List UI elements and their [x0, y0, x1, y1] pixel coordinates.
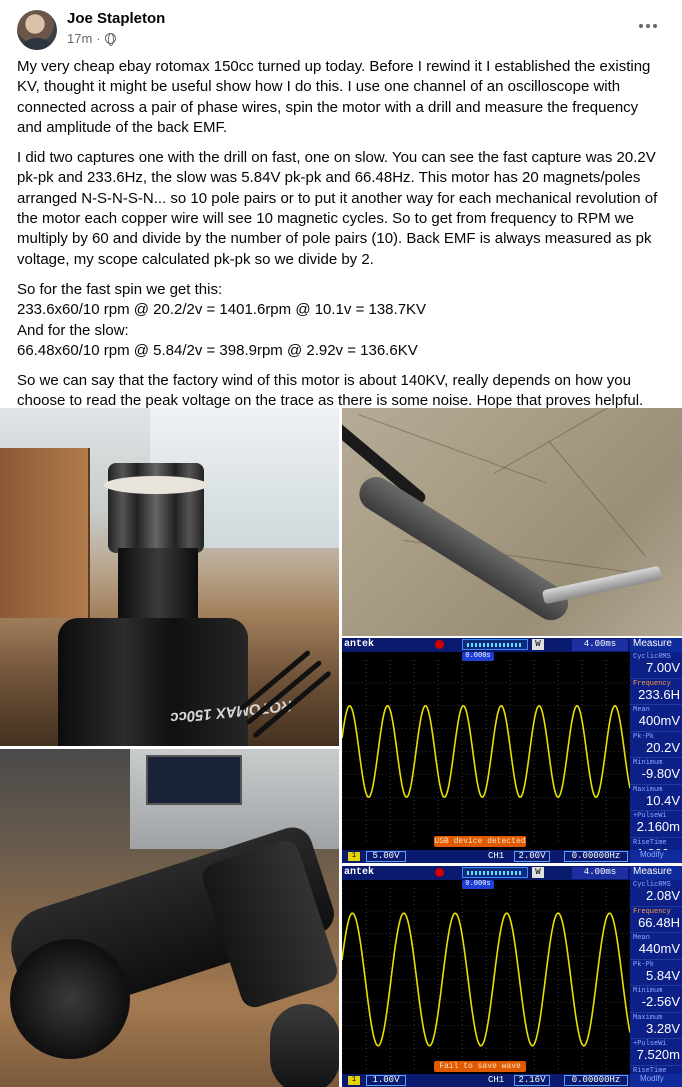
measure-item: Frequency 66.48H: [630, 906, 682, 933]
oscilloscope-screen: [146, 755, 242, 805]
timebase: 4.00ms: [572, 639, 628, 651]
scope-brand: antek: [344, 639, 375, 650]
post-paragraph: So we can say that the factory wind of t…: [17, 372, 644, 410]
post-paragraph: So for the fast spin we get this: 233.6x…: [17, 280, 427, 359]
measure-list: CyclicRMS 2.08V Frequency 66.48H Mean 440mV Pk…: [630, 880, 682, 1087]
measure-value: 7.00V: [646, 660, 680, 675]
measure-item: +PulseWi 2.160m: [630, 811, 682, 838]
measure-value: 7.520m: [636, 1047, 680, 1062]
dot-icon: [646, 24, 650, 28]
background-cabinet: [0, 448, 90, 618]
motor-cap: [104, 476, 208, 494]
scope-message: USB device detected: [434, 836, 526, 847]
photo-scope-slow[interactable]: antek W 4.00ms 0.000s Fail to save wave …: [342, 866, 682, 1087]
scope-waveform: [342, 888, 630, 1071]
measure-item: Minimum -9.80V: [630, 758, 682, 785]
measure-value: 2.160m: [636, 819, 680, 834]
scratch: [548, 440, 646, 557]
measure-value: 10.4V: [646, 792, 680, 808]
post-meta: 17m ·: [67, 31, 116, 46]
post-text: My very cheap ebay rotomax 150cc turned …: [17, 57, 665, 422]
measure-panel: Measure CyclicRMS 7.00V Frequency 233.6H Mea…: [630, 638, 682, 863]
post-paragraph: I did two captures one with the drill on…: [17, 149, 658, 268]
scope-waveform: [342, 660, 630, 843]
measure-item: Mean 400mV: [630, 705, 682, 732]
scratch: [493, 408, 651, 474]
photo-scope-fast[interactable]: antek W 4.00ms 0.000s USB device detecte…: [342, 638, 682, 863]
measure-value: 20.2V: [646, 739, 680, 755]
author-name[interactable]: Joe Stapleton: [67, 10, 165, 27]
measure-item: Maximum 3.28V: [630, 1012, 682, 1039]
trigger-volts: 2.16V: [514, 1075, 550, 1086]
measure-item: Minimum -2.56V: [630, 986, 682, 1013]
drill-chuck: [10, 939, 130, 1059]
trigger-volts: 2.00V: [514, 851, 550, 862]
measure-footer: Modify: [630, 1074, 682, 1087]
photo-motor[interactable]: ROTOMAX 150cc: [0, 408, 339, 746]
measure-panel: Measure CyclicRMS 2.08V Frequency 66.48H Mea…: [630, 866, 682, 1087]
channel-marker: 1: [348, 1076, 360, 1085]
crocodile-clip: [541, 565, 663, 605]
measure-list: CyclicRMS 7.00V Frequency 233.6H Mean 400mV Pk…: [630, 652, 682, 863]
measure-item: CyclicRMS 7.00V: [630, 652, 682, 679]
measure-item: Frequency 233.6H: [630, 678, 682, 705]
measure-value: -9.80V: [641, 766, 680, 781]
measure-value: 66.48H: [638, 914, 680, 930]
w-icon: W: [532, 867, 544, 878]
frequency-counter: 0.00000Hz: [564, 851, 628, 862]
post-paragraph: My very cheap ebay rotomax 150cc turned …: [17, 58, 651, 136]
motor-can: [58, 618, 248, 746]
memory-bar: [462, 867, 528, 878]
avatar[interactable]: [17, 10, 57, 50]
measure-item: CyclicRMS 2.08V: [630, 880, 682, 907]
channel-label: CH1: [488, 851, 505, 861]
measure-title: Measure: [630, 638, 682, 652]
scope-statusbar: 1 5.00V CH1 2.00V 0.00000Hz: [342, 850, 630, 863]
measure-value: 5.84V: [646, 967, 680, 983]
scope-brand: antek: [344, 867, 375, 878]
measure-footer: Modify: [630, 850, 682, 863]
measure-item: Pk-Pk 5.84V: [630, 959, 682, 986]
photo-probe[interactable]: [342, 408, 682, 636]
globe-icon: [104, 32, 116, 46]
scope-message: Fail to save wave: [434, 1061, 526, 1072]
more-options-button[interactable]: [634, 14, 662, 38]
measure-value: 400mV: [638, 713, 680, 728]
frequency-counter: 0.00000Hz: [564, 1075, 628, 1086]
channel-volts: 1.00V: [366, 1075, 406, 1086]
channel-label: CH1: [488, 1075, 505, 1085]
photo-drill[interactable]: [0, 749, 339, 1087]
timebase: 4.00ms: [572, 867, 628, 879]
measure-item: +PulseWi 7.520m: [630, 1039, 682, 1066]
channel-volts: 5.00V: [366, 851, 406, 862]
w-icon: W: [532, 639, 544, 650]
measure-value: 3.28V: [646, 1020, 680, 1036]
computer-mouse: [270, 1004, 339, 1087]
measure-item: Maximum 10.4V: [630, 784, 682, 811]
measure-item: Pk-Pk 20.2V: [630, 731, 682, 758]
measure-value: 233.6H: [638, 686, 680, 702]
dot-icon: [639, 24, 643, 28]
dot-icon: [653, 24, 657, 28]
measure-value: 2.08V: [646, 888, 680, 903]
record-icon: [435, 640, 444, 649]
scope-statusbar: 1 1.00V CH1 2.16V 0.00000Hz: [342, 1074, 630, 1087]
post-header: Joe Stapleton 17m ·: [0, 0, 682, 52]
memory-bar: [462, 639, 528, 650]
scope-probe: [352, 470, 575, 627]
meta-separator: ·: [96, 31, 101, 46]
measure-value: -2.56V: [641, 994, 680, 1009]
scope-toolbar: antek W 4.00ms: [342, 638, 630, 652]
record-icon: [435, 868, 444, 877]
scope-toolbar: antek W 4.00ms: [342, 866, 630, 880]
measure-value: 440mV: [638, 941, 680, 956]
measure-item: Mean 440mV: [630, 933, 682, 960]
channel-marker: 1: [348, 852, 360, 861]
photo-grid: ROTOMAX 150cc antek W 4.00ms 0.000s USB …: [0, 408, 682, 1087]
post-time[interactable]: 17m: [67, 31, 92, 46]
measure-title: Measure: [630, 866, 682, 880]
